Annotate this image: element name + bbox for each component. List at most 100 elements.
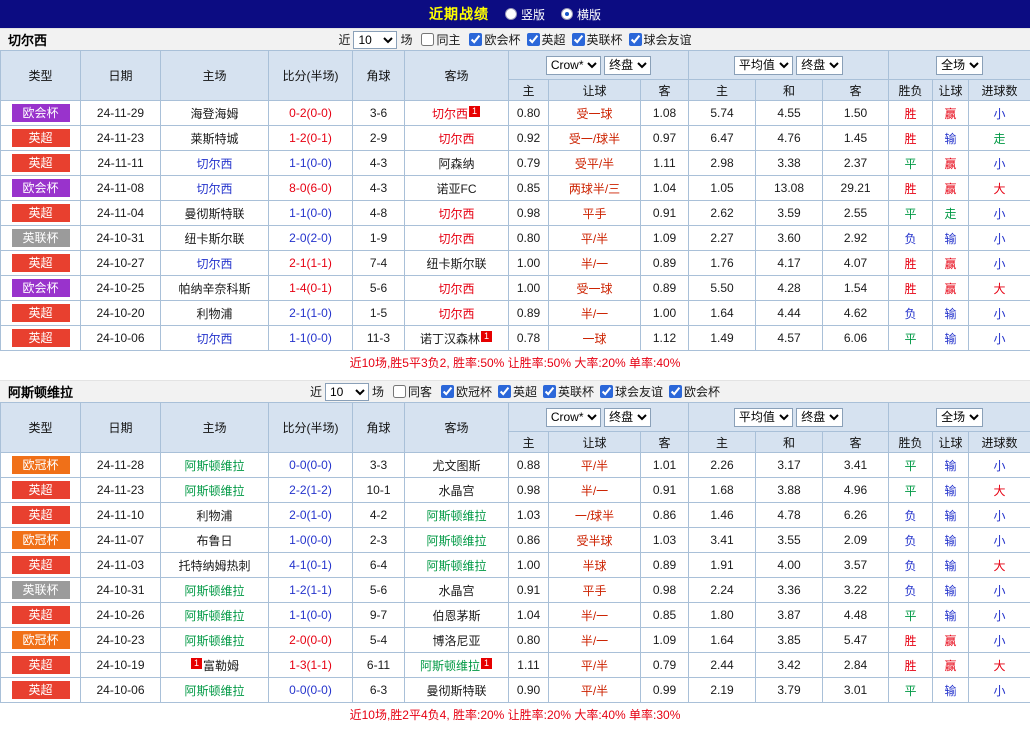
checkbox[interactable] — [526, 33, 540, 46]
home-team-link[interactable]: 阿斯顿维拉 — [184, 459, 244, 473]
away-team-link[interactable]: 阿森纳 — [438, 157, 474, 171]
average-select[interactable]: 平均值 — [733, 55, 793, 75]
away-team-link[interactable]: 尤文图斯 — [432, 459, 480, 473]
eu-away-odds: 1.50 — [822, 100, 890, 126]
match-row: 英超 24-10-06 切尔西 1-1(0-0) 11-3 诺丁汉森林 1 0.7… — [0, 325, 1030, 351]
scope-select[interactable]: 全场 — [936, 55, 984, 75]
asian-time-select[interactable]: 终盘 — [604, 55, 652, 75]
away-team-link[interactable]: 阿斯顿维拉 — [426, 534, 486, 548]
league-checkbox[interactable]: 欧冠杯 — [435, 383, 492, 400]
home-team-link[interactable]: 切尔西 — [196, 157, 232, 171]
away-team-link[interactable]: 水晶宫 — [438, 584, 474, 598]
competition-badge: 欧会杯 — [11, 104, 70, 122]
checkbox[interactable] — [669, 385, 683, 398]
league-checkbox[interactable]: 欧会杯 — [463, 31, 521, 48]
unit-label: 场 — [371, 385, 384, 399]
competition-badge: 英超 — [11, 204, 70, 222]
away-team-link[interactable]: 阿斯顿维拉 — [420, 659, 480, 673]
home-team-link[interactable]: 莱斯特城 — [190, 132, 238, 146]
result-goals: 小 — [968, 527, 1030, 553]
home-team-link[interactable]: 布鲁日 — [196, 534, 232, 548]
checkbox[interactable] — [421, 33, 435, 46]
away-team-link[interactable]: 切尔西 — [438, 132, 474, 146]
home-team-link[interactable]: 海登海姆 — [190, 107, 238, 121]
same-venue-checkbox[interactable]: 同主 — [415, 31, 460, 48]
away-team-link[interactable]: 纽卡斯尔联 — [426, 257, 486, 271]
ah-handicap: 半/一 — [548, 250, 641, 276]
layout-radio-vertical[interactable]: 竖版 — [504, 6, 545, 23]
euro-time-select[interactable]: 终盘 — [796, 407, 844, 427]
home-team-link[interactable]: 阿斯顿维拉 — [184, 609, 244, 623]
match-row: 欧冠杯 24-11-28 阿斯顿维拉 0-0(0-0) 3-3 尤文图斯 0.8… — [0, 452, 1030, 478]
checkbox[interactable] — [440, 385, 454, 398]
away-team-link[interactable]: 切尔西 — [438, 207, 474, 221]
home-team-link[interactable]: 阿斯顿维拉 — [184, 484, 244, 498]
home-team-link[interactable]: 阿斯顿维拉 — [184, 584, 244, 598]
eu-draw-odds: 3.38 — [755, 150, 824, 176]
home-team-link[interactable]: 利物浦 — [196, 307, 232, 321]
match-count-select[interactable]: 10 — [353, 30, 398, 49]
league-checkbox[interactable]: 球会友谊 — [623, 31, 692, 48]
topbar: 近期战绩 竖版 横版 — [0, 0, 1030, 28]
score-halftime: 2-2(1-2) — [268, 477, 353, 503]
away-team-link[interactable]: 诺亚FC — [437, 182, 477, 196]
checkbox[interactable] — [469, 33, 483, 46]
eu-draw-odds: 3.55 — [755, 527, 824, 553]
home-team-link[interactable]: 阿斯顿维拉 — [184, 634, 244, 648]
scope-select[interactable]: 全场 — [936, 407, 984, 427]
league-checkbox[interactable]: 球会友谊 — [594, 383, 663, 400]
home-team-link[interactable]: 切尔西 — [196, 257, 232, 271]
eu-draw-odds: 4.17 — [755, 250, 824, 276]
ah-handicap: 受一球 — [548, 100, 641, 126]
league-checkbox[interactable]: 英联杯 — [537, 383, 594, 400]
league-checkbox[interactable]: 欧会杯 — [663, 383, 720, 400]
eu-away-odds: 5.47 — [822, 627, 890, 653]
checkbox[interactable] — [543, 385, 557, 398]
league-checkbox[interactable]: 英联杯 — [566, 31, 623, 48]
asian-time-select[interactable]: 终盘 — [604, 407, 652, 427]
away-team-link[interactable]: 曼彻斯特联 — [426, 684, 486, 698]
eu-draw-odds: 4.78 — [755, 502, 824, 528]
away-team-link[interactable]: 切尔西 — [438, 307, 474, 321]
checkbox[interactable] — [571, 33, 585, 46]
competition-badge: 欧冠杯 — [11, 456, 70, 474]
away-team-link[interactable]: 伯恩茅斯 — [432, 609, 480, 623]
league-checkbox[interactable]: 英超 — [521, 31, 566, 48]
bookmaker-select[interactable]: Crow* — [545, 407, 601, 427]
checkbox[interactable] — [600, 385, 614, 398]
away-team-link[interactable]: 博洛尼亚 — [432, 634, 480, 648]
ah-handicap: 平/半 — [548, 452, 641, 478]
away-team-link[interactable]: 切尔西 — [432, 107, 468, 121]
result-wdl: 负 — [888, 577, 934, 603]
home-team-link[interactable]: 切尔西 — [196, 332, 232, 346]
home-team-link[interactable]: 利物浦 — [196, 509, 232, 523]
away-team-link[interactable]: 诺丁汉森林 — [420, 332, 480, 346]
euro-time-select[interactable]: 终盘 — [796, 55, 844, 75]
eu-draw-odds: 3.88 — [755, 477, 824, 503]
home-team-link[interactable]: 阿斯顿维拉 — [184, 684, 244, 698]
home-team-link[interactable]: 托特纳姆热刺 — [178, 559, 250, 573]
checkbox[interactable] — [498, 385, 511, 398]
away-team-link[interactable]: 水晶宫 — [438, 484, 474, 498]
home-team-link[interactable]: 富勒姆 — [203, 659, 239, 673]
checkbox[interactable] — [392, 385, 406, 398]
eu-draw-odds: 4.76 — [755, 125, 824, 151]
same-venue-checkbox[interactable]: 同客 — [387, 383, 432, 400]
away-team-link[interactable]: 阿斯顿维拉 — [426, 509, 486, 523]
home-team-link[interactable]: 纽卡斯尔联 — [184, 232, 244, 246]
layout-radio-horizontal[interactable]: 横版 — [561, 6, 601, 23]
home-team-link[interactable]: 帕纳辛奈科斯 — [178, 282, 250, 296]
match-count-select[interactable]: 10 — [324, 382, 369, 401]
away-team-link[interactable]: 切尔西 — [438, 232, 474, 246]
ah-handicap: 受一球 — [548, 275, 641, 301]
home-team-link[interactable]: 曼彻斯特联 — [184, 207, 244, 221]
ah-home-odds: 1.00 — [508, 552, 549, 578]
home-team-link[interactable]: 切尔西 — [196, 182, 232, 196]
checkbox[interactable] — [628, 33, 642, 46]
average-select[interactable]: 平均值 — [733, 407, 793, 427]
bookmaker-select[interactable]: Crow* — [545, 55, 601, 75]
away-team-link[interactable]: 切尔西 — [438, 282, 474, 296]
competition-badge: 英超 — [11, 481, 70, 499]
away-team-link[interactable]: 阿斯顿维拉 — [426, 559, 486, 573]
league-checkbox[interactable]: 英超 — [492, 383, 537, 400]
